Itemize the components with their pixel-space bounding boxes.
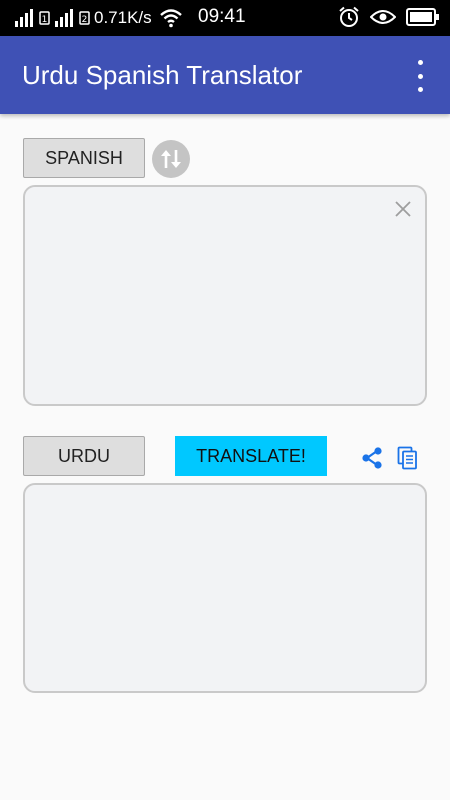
alarm-icon <box>339 6 359 27</box>
copy-icon[interactable] <box>397 446 419 470</box>
svg-text:2: 2 <box>82 15 88 25</box>
eye-comfort-icon <box>370 10 396 24</box>
swap-arrows-icon <box>161 150 181 168</box>
overflow-dot <box>417 73 423 79</box>
app-bar: Urdu Spanish Translator <box>0 36 450 114</box>
sim2-icon: 2 <box>79 11 90 25</box>
wifi-icon <box>159 9 182 28</box>
translate-button[interactable]: TRANSLATE! <box>175 436 327 476</box>
overflow-dot <box>417 87 423 92</box>
battery-icon <box>406 8 439 26</box>
translated-text-output[interactable] <box>23 483 427 693</box>
app-title: Urdu Spanish Translator <box>22 60 303 90</box>
status-right-group <box>338 6 440 28</box>
target-language-button[interactable]: URDU <box>23 436 145 476</box>
network-speed: 0.71K/s <box>94 8 152 27</box>
source-text-input[interactable] <box>23 185 427 406</box>
sim1-icon: 1 <box>39 11 50 25</box>
signal-strength-icon-2 <box>55 9 73 27</box>
overflow-menu-icon[interactable] <box>410 60 430 92</box>
svg-text:1: 1 <box>42 15 48 25</box>
signal-strength-icon <box>15 9 33 27</box>
overflow-dot <box>417 60 423 65</box>
status-left-group: 1 2 0.71K/s <box>14 7 183 29</box>
share-icon[interactable] <box>360 446 384 470</box>
clear-text-icon[interactable] <box>393 199 413 219</box>
source-language-button[interactable]: SPANISH <box>23 138 145 178</box>
status-bar: 1 2 0.71K/s 09:41 <box>0 0 450 36</box>
swap-languages-button[interactable] <box>152 140 190 178</box>
status-time: 09:41 <box>198 6 246 27</box>
